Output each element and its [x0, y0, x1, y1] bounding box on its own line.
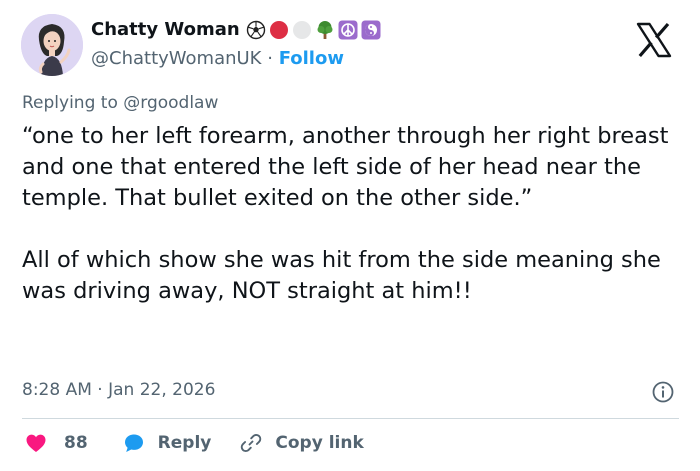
- yin-yang-icon: [361, 20, 381, 39]
- red-circle-icon: [269, 20, 288, 39]
- like-count: 88: [64, 433, 88, 453]
- white-circle-icon: [292, 20, 311, 39]
- tweet-timestamp[interactable]: 8:28 AM · Jan 22, 2026: [22, 380, 215, 400]
- tree-icon: [317, 20, 333, 39]
- name-emoji-group: [246, 20, 381, 40]
- soccer-ball-icon: [246, 20, 265, 39]
- author-handle[interactable]: @ChattyWomanUK: [91, 48, 261, 69]
- like-button[interactable]: 88: [24, 431, 88, 455]
- reply-label: Reply: [157, 433, 212, 453]
- tweet-paragraph: All of which show she was hit from the s…: [22, 247, 661, 304]
- copy-link-button[interactable]: Copy link: [239, 431, 364, 455]
- x-logo-icon[interactable]: [634, 20, 674, 60]
- heart-icon: [26, 434, 46, 452]
- replying-to-line: Replying to @rgoodlaw: [22, 93, 218, 113]
- info-icon[interactable]: [651, 380, 675, 404]
- handle-separator: ·: [267, 48, 273, 69]
- cartoon-woman-avatar-icon: [21, 14, 83, 76]
- copy-link-label: Copy link: [275, 433, 364, 453]
- author-display-name[interactable]: Chatty Woman: [91, 19, 240, 40]
- tweet-body: “one to her left forearm, another throug…: [22, 121, 682, 307]
- divider: [22, 418, 679, 419]
- timestamp-separator: ·: [97, 380, 103, 400]
- author-handle-row: @ChattyWomanUK · Follow: [91, 48, 344, 69]
- tweet-paragraph: “one to her left forearm, another throug…: [22, 123, 669, 211]
- follow-button[interactable]: Follow: [279, 48, 344, 69]
- replying-to-prefix: Replying to: [22, 93, 118, 113]
- link-icon: [241, 433, 262, 453]
- speech-bubble-icon: [124, 434, 143, 452]
- replying-to-mention[interactable]: @rgoodlaw: [123, 93, 218, 113]
- tweet-actions: 88 Reply Copy link: [24, 431, 364, 455]
- author-name-row: Chatty Woman: [91, 19, 381, 40]
- reply-button[interactable]: Reply: [122, 431, 212, 455]
- tweet-card: Chatty Woman @ChattyWomanUK · Follow Rep…: [0, 0, 700, 471]
- avatar[interactable]: [21, 14, 83, 76]
- peace-symbol-icon: [338, 20, 358, 39]
- tweet-time: 8:28 AM: [22, 380, 92, 400]
- tweet-date: Jan 22, 2026: [108, 380, 216, 400]
